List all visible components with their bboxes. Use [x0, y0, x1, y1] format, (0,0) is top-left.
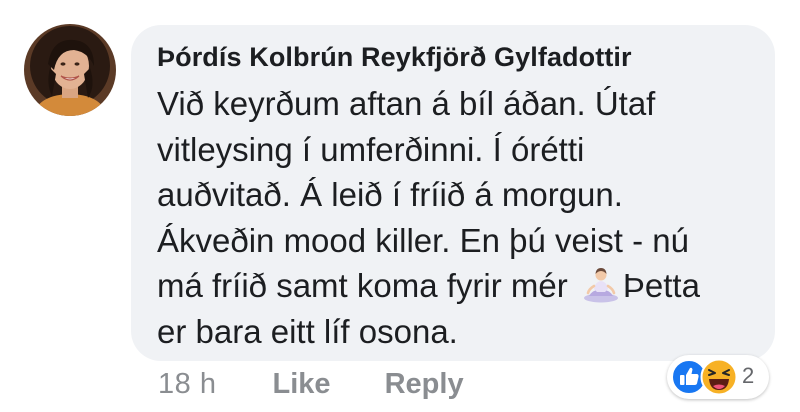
author-name[interactable]: Þórdís Kolbrún Reykfjörð Gylfadottir: [157, 42, 632, 73]
comment-bubble: Þórdís Kolbrún Reykfjörð Gylfadottir Við…: [131, 25, 775, 361]
comment-text-segment: má fríið samt koma fyrir mér: [157, 267, 568, 304]
comment-text-line: má fríið samt koma fyrir mér Þetta: [157, 263, 767, 309]
comment-text-line: Við keyrðum aftan á bíl áðan. Útaf: [157, 85, 656, 122]
comment-text-line: er bara eitt líf osona.: [157, 312, 458, 350]
comment-actions: 18 h Like Reply: [158, 368, 464, 408]
person-in-lotus-position-icon: [581, 265, 621, 303]
haha-reaction-icon: [700, 358, 738, 396]
reaction-count: 2: [742, 363, 755, 388]
comment-text-segment: Þetta: [622, 267, 700, 304]
reply-button[interactable]: Reply: [385, 368, 464, 401]
comment-text-line: Ákveðin mood killer. En þú veist - nú: [157, 221, 689, 259]
timestamp[interactable]: 18 h: [158, 368, 216, 401]
like-button[interactable]: Like: [273, 368, 331, 401]
comment: Þórdís Kolbrún Reykfjörð Gylfadottir Við…: [0, 0, 800, 412]
profile-photo: [24, 24, 116, 116]
reactions-summary[interactable]: 2: [667, 353, 785, 403]
avatar[interactable]: [24, 24, 116, 116]
comment-text: Við keyrðum aftan á bíl áðan. Útaf vitle…: [157, 81, 767, 354]
comment-text-line: vitleysing í umferðinni. Í órétti: [157, 130, 585, 168]
comment-text-line: auðvitað. Á leið í fríið á morgun.: [157, 176, 623, 213]
